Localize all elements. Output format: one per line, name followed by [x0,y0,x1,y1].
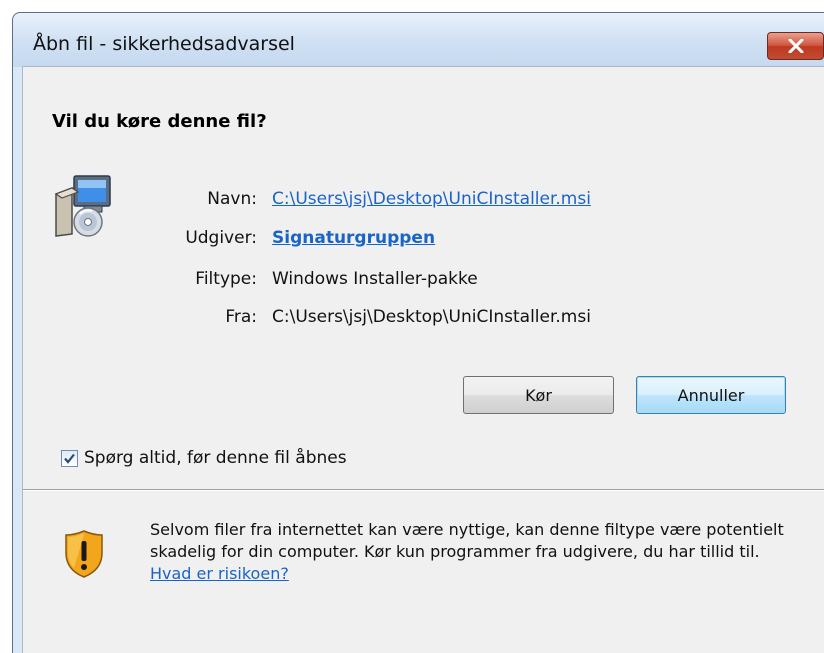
ask-always-label: Spørg altid, før denne fil åbnes [84,448,347,468]
name-label: Navn: [207,189,257,209]
installer-package-icon [54,175,111,237]
ask-always-checkbox-row[interactable]: Spørg altid, før denne fil åbnes [61,448,347,468]
publisher-label: Udgiver: [185,228,257,248]
dialog-body: Vil du køre denne fil? Navn: C:\Users\js… [22,66,824,653]
filetype-label: Filtype: [195,269,257,289]
file-name-link[interactable]: C:\Users\jsj\Desktop\UniCInstaller.msi [272,189,591,209]
close-icon [788,39,803,53]
warning-panel: Selvom filer fra internettet kan være ny… [23,491,824,653]
dialog-window: Åbn fil - sikkerhedsadvarsel Vil du køre… [12,12,824,653]
title-bar[interactable]: Åbn fil - sikkerhedsadvarsel [13,13,824,67]
risk-info-link[interactable]: Hvad er risikoen? [150,564,289,583]
warning-text: Selvom filer fra internettet kan være ny… [150,520,784,561]
window-title: Åbn fil - sikkerhedsadvarsel [33,33,295,55]
ask-always-checkbox[interactable] [61,449,78,467]
shield-warning-icon [65,530,103,578]
publisher-link[interactable]: Signaturgruppen [272,228,435,248]
filetype-value: Windows Installer-pakke [272,269,478,289]
close-button[interactable] [767,32,824,60]
cancel-button[interactable]: Annuller [636,376,786,414]
checkmark-icon [64,453,75,464]
from-label: Fra: [225,307,257,327]
warning-message: Selvom filer fra internettet kan være ny… [150,519,795,585]
from-value: C:\Users\jsj\Desktop\UniCInstaller.msi [272,307,591,327]
dialog-question: Vil du køre denne fil? [52,111,267,132]
run-button[interactable]: Kør [463,376,614,414]
